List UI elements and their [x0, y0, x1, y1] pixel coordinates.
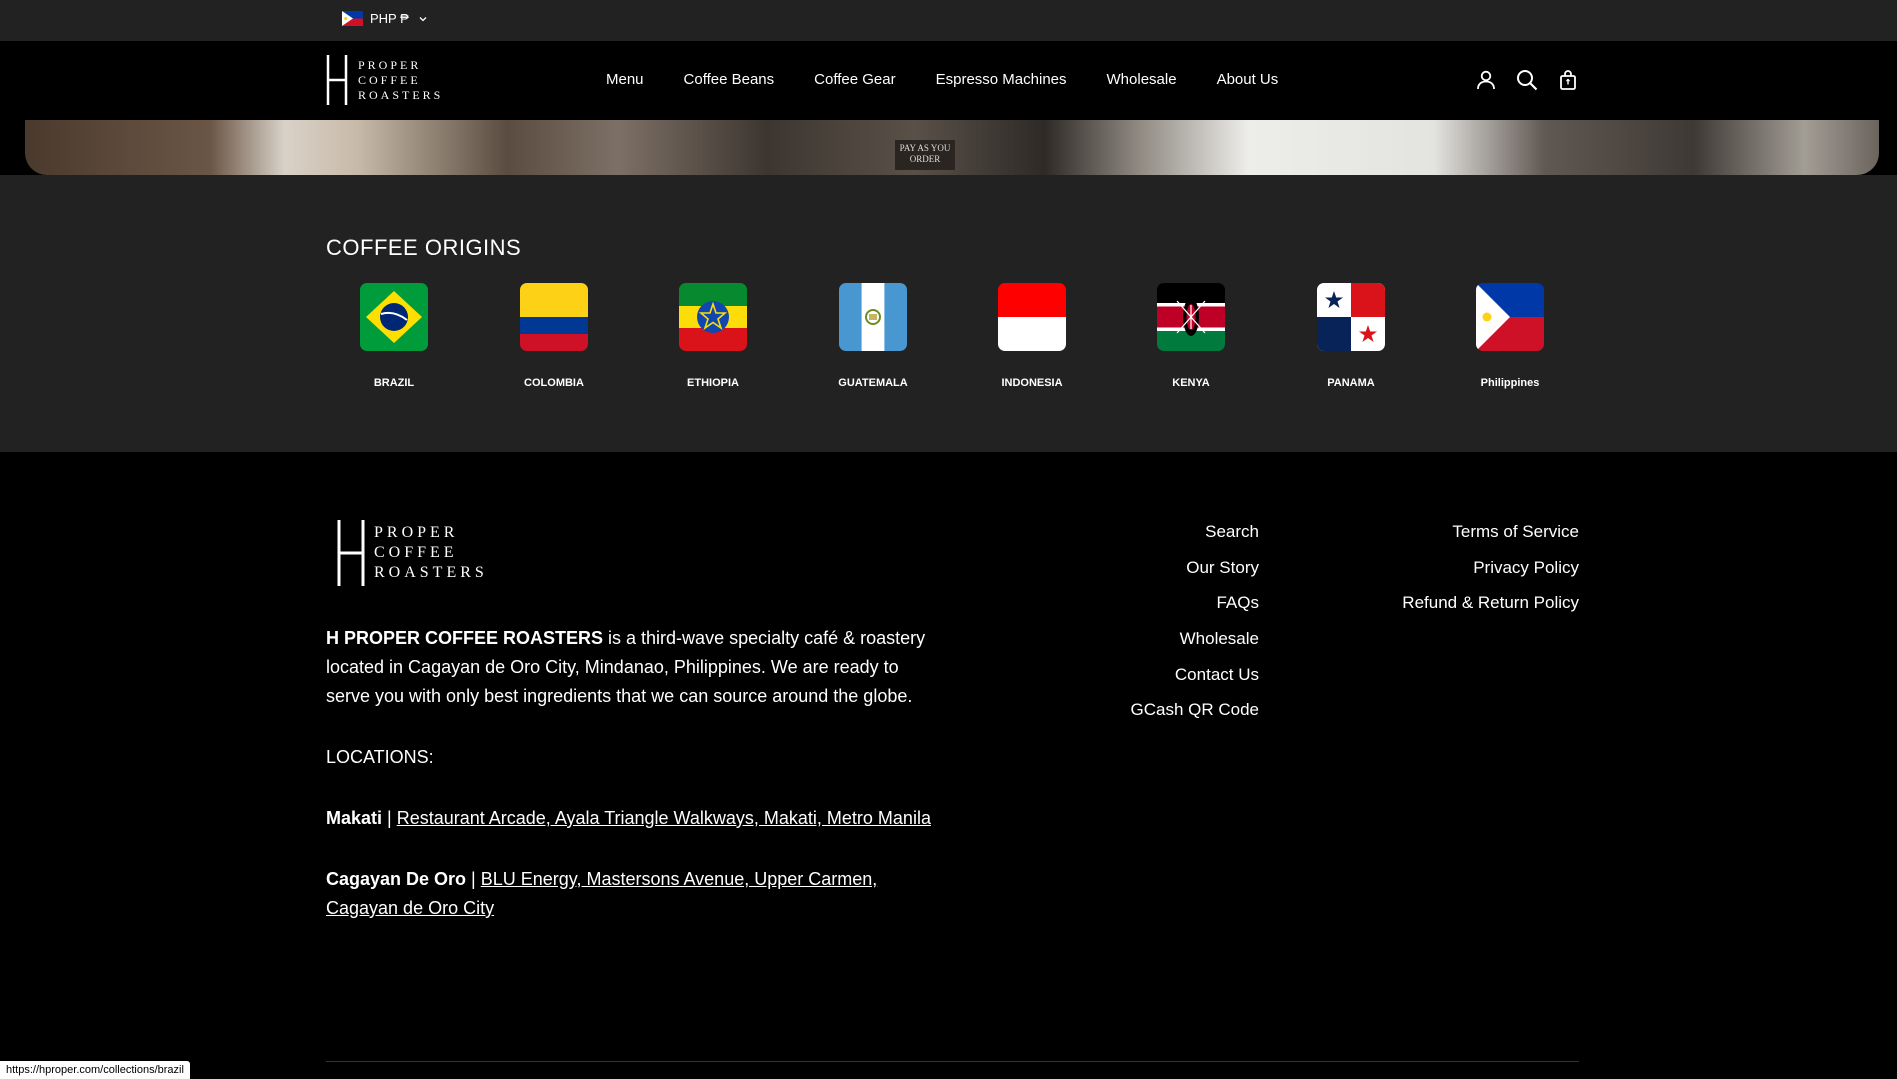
indonesia-flag-icon — [998, 283, 1066, 351]
location-separator: | — [466, 869, 481, 889]
logo-word-proper: PROPER — [374, 524, 459, 541]
hero-sign: PAY AS YOU ORDER — [895, 140, 955, 170]
footer-link-faqs[interactable]: FAQs — [1131, 585, 1259, 621]
colombia-flag-icon — [520, 283, 588, 351]
kenya-flag-icon — [1157, 283, 1225, 351]
footer-link-gcash-qr[interactable]: GCash QR Code — [1131, 692, 1260, 728]
logo-word-coffee: COFFEE — [358, 72, 421, 87]
main-nav: Menu Coffee Beans Coffee Gear Espresso M… — [606, 71, 1278, 88]
footer-links-column-2: Terms of Service Privacy Policy Refund &… — [1402, 514, 1579, 621]
h-logo-mark-icon — [326, 55, 348, 105]
logo-word-roasters: ROASTERS — [358, 87, 444, 102]
origin-label: GUATEMALA — [838, 377, 908, 389]
footer-link-privacy[interactable]: Privacy Policy — [1402, 550, 1579, 586]
origin-label: KENYA — [1172, 377, 1210, 389]
location-name: Makati — [326, 808, 383, 828]
logo-wordmark: PROPER COFFEE ROASTERS — [358, 58, 443, 103]
logo-word-coffee: COFFEE — [374, 544, 458, 561]
locations-title: LOCATIONS: — [326, 747, 434, 767]
footer-link-search[interactable]: Search — [1131, 514, 1259, 550]
logo-word-roasters: ROASTERS — [374, 564, 488, 581]
footer-logo-wordmark: PROPER COFFEE ROASTERS — [374, 523, 488, 583]
header-icons — [1474, 68, 1580, 92]
chevron-down-icon — [419, 16, 427, 21]
origins-title: COFFEE ORIGINS — [326, 235, 522, 260]
nav-coffee-beans[interactable]: Coffee Beans — [684, 71, 775, 88]
philippines-flag-icon — [342, 11, 363, 26]
origin-label: PANAMA — [1327, 377, 1375, 389]
origin-item-panama[interactable]: PANAMA — [1291, 283, 1411, 389]
h-logo-mark-icon — [337, 520, 365, 586]
search-icon[interactable] — [1515, 68, 1539, 92]
currency-label: PHP ₱ — [370, 11, 409, 26]
panama-flag-icon — [1317, 283, 1385, 351]
guatemala-flag-icon — [839, 283, 907, 351]
origin-item-philippines[interactable]: Philippines — [1450, 283, 1570, 389]
footer-link-refund[interactable]: Refund & Return Policy — [1402, 585, 1579, 621]
coffee-origins-section: COFFEE ORIGINS BRAZIL COLOMBIA ETHIOPIA — [0, 175, 1897, 452]
site-logo[interactable]: PROPER COFFEE ROASTERS — [326, 55, 443, 105]
ethiopia-flag-icon — [679, 283, 747, 351]
footer-about: H PROPER COFFEE ROASTERS is a third-wave… — [326, 624, 946, 955]
about-paragraph: H PROPER COFFEE ROASTERS is a third-wave… — [326, 624, 946, 711]
origin-label: ETHIOPIA — [687, 377, 739, 389]
site-footer: PROPER COFFEE ROASTERS H PROPER COFFEE R… — [0, 452, 1897, 1079]
location-address-link[interactable]: Restaurant Arcade, Ayala Triangle Walkwa… — [397, 808, 931, 828]
footer-divider — [326, 1061, 1579, 1062]
currency-selector[interactable]: PHP ₱ — [342, 11, 428, 26]
browser-status-url: https://hproper.com/collections/brazil — [0, 1061, 190, 1079]
brazil-flag-icon — [360, 283, 428, 351]
account-icon[interactable] — [1474, 68, 1498, 92]
origin-item-guatemala[interactable]: GUATEMALA — [813, 283, 933, 389]
cart-bag-icon[interactable] — [1556, 68, 1580, 92]
site-header: PROPER COFFEE ROASTERS Menu Coffee Beans… — [0, 41, 1897, 120]
hero-banner-image: PAY AS YOU ORDER — [25, 120, 1879, 175]
origin-item-ethiopia[interactable]: ETHIOPIA — [653, 283, 773, 389]
footer-logo[interactable]: PROPER COFFEE ROASTERS — [336, 520, 488, 586]
origin-item-kenya[interactable]: KENYA — [1131, 283, 1251, 389]
location-separator: | — [382, 808, 397, 828]
currency-bar: PHP ₱ — [0, 0, 1897, 41]
logo-word-proper: PROPER — [358, 57, 422, 72]
origin-label: COLOMBIA — [524, 377, 584, 389]
location-makati: Makati | Restaurant Arcade, Ayala Triang… — [326, 804, 946, 833]
footer-link-terms[interactable]: Terms of Service — [1402, 514, 1579, 550]
footer-links-column-1: Search Our Story FAQs Wholesale Contact … — [1131, 514, 1260, 728]
nav-espresso-machines[interactable]: Espresso Machines — [936, 71, 1067, 88]
about-brand-name: H PROPER COFFEE ROASTERS — [326, 628, 604, 648]
origin-label: Philippines — [1480, 377, 1540, 389]
origin-label: INDONESIA — [1001, 377, 1063, 389]
nav-coffee-gear[interactable]: Coffee Gear — [814, 71, 895, 88]
origin-label: BRAZIL — [373, 377, 415, 389]
nav-menu[interactable]: Menu — [606, 71, 644, 88]
footer-link-wholesale[interactable]: Wholesale — [1131, 621, 1259, 657]
location-cagayan: Cagayan De Oro | BLU Energy, Mastersons … — [326, 865, 946, 923]
location-name: Cagayan De Oro — [326, 869, 467, 889]
nav-about-us[interactable]: About Us — [1217, 71, 1279, 88]
origin-item-colombia[interactable]: COLOMBIA — [494, 283, 614, 389]
origin-item-brazil[interactable]: BRAZIL — [334, 283, 454, 389]
origin-item-indonesia[interactable]: INDONESIA — [972, 283, 1092, 389]
nav-wholesale[interactable]: Wholesale — [1107, 71, 1177, 88]
footer-link-contact-us[interactable]: Contact Us — [1131, 657, 1259, 693]
philippines-flag-icon — [1476, 283, 1544, 351]
footer-link-our-story[interactable]: Our Story — [1131, 550, 1259, 586]
